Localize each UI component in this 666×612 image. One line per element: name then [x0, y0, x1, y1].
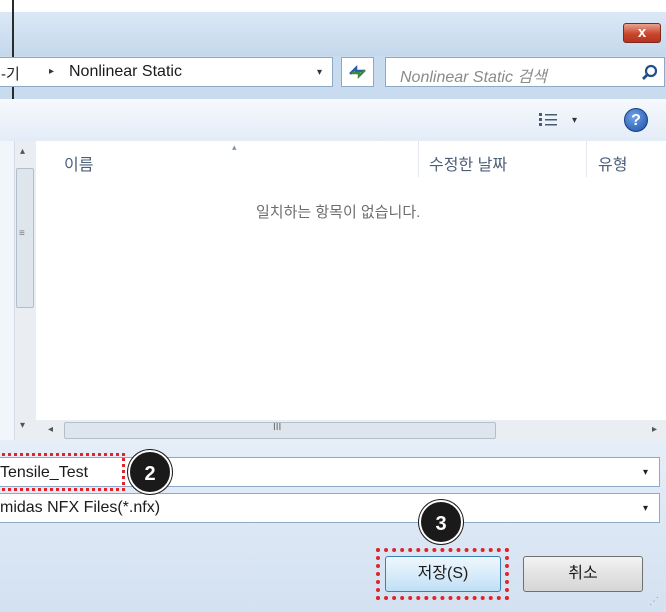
address-dropdown-icon[interactable]: ▾ — [317, 67, 322, 78]
cancel-button[interactable]: 취소 — [523, 556, 643, 592]
command-toolbar — [0, 99, 666, 142]
scroll-up-icon[interactable]: ▴ — [20, 146, 25, 157]
filename-dropdown-icon[interactable]: ▾ — [643, 467, 648, 478]
filetype-value[interactable]: midas NFX Files(*.nfx) — [0, 499, 160, 517]
scroll-left-icon[interactable]: ◂ — [48, 424, 53, 435]
empty-list-message: 일치하는 항목이 없습니다. — [256, 204, 421, 221]
scroll-down-icon[interactable]: ▾ — [20, 420, 25, 431]
column-separator[interactable] — [418, 141, 419, 177]
navigation-pane[interactable] — [0, 141, 14, 440]
sort-ascending-icon: ▴ — [232, 142, 237, 152]
search-box[interactable]: Nonlinear Static 검색 — [385, 57, 665, 87]
close-button[interactable]: x — [623, 23, 661, 43]
search-icon[interactable] — [640, 63, 660, 83]
breadcrumb-current[interactable]: Nonlinear Static — [69, 63, 182, 81]
view-list-icon[interactable] — [538, 111, 560, 129]
refresh-icon — [349, 64, 366, 80]
address-bar[interactable]: -기 ▸ Nonlinear Static ▾ — [0, 57, 333, 87]
column-header-type[interactable]: 유형 — [598, 151, 627, 175]
filetype-dropdown-icon[interactable]: ▾ — [643, 503, 648, 514]
help-icon[interactable]: ? — [624, 108, 648, 132]
refresh-button[interactable] — [341, 57, 374, 87]
step-badge-3: 3 — [419, 500, 463, 544]
resize-grip-icon[interactable]: ⋰ — [649, 596, 659, 607]
file-list[interactable] — [36, 141, 666, 420]
save-button-highlight — [376, 548, 509, 600]
view-dropdown-icon[interactable]: ▾ — [572, 115, 577, 126]
scroll-grip-icon: III — [273, 422, 282, 433]
column-header-name[interactable]: 이름 — [64, 151, 93, 175]
search-input[interactable]: Nonlinear Static 검색 — [400, 63, 547, 87]
filename-highlight — [0, 453, 125, 491]
column-separator[interactable] — [586, 141, 587, 177]
top-strip — [0, 0, 666, 12]
breadcrumb-previous[interactable]: -기 — [1, 63, 20, 84]
title-bar — [0, 12, 666, 56]
column-header-date-modified[interactable]: 수정한 날짜 — [429, 151, 507, 175]
breadcrumb-separator-icon[interactable]: ▸ — [49, 66, 54, 77]
scroll-grip-icon: ≡ — [19, 228, 25, 239]
scroll-right-icon[interactable]: ▸ — [652, 424, 657, 435]
step-badge-2: 2 — [128, 450, 172, 494]
